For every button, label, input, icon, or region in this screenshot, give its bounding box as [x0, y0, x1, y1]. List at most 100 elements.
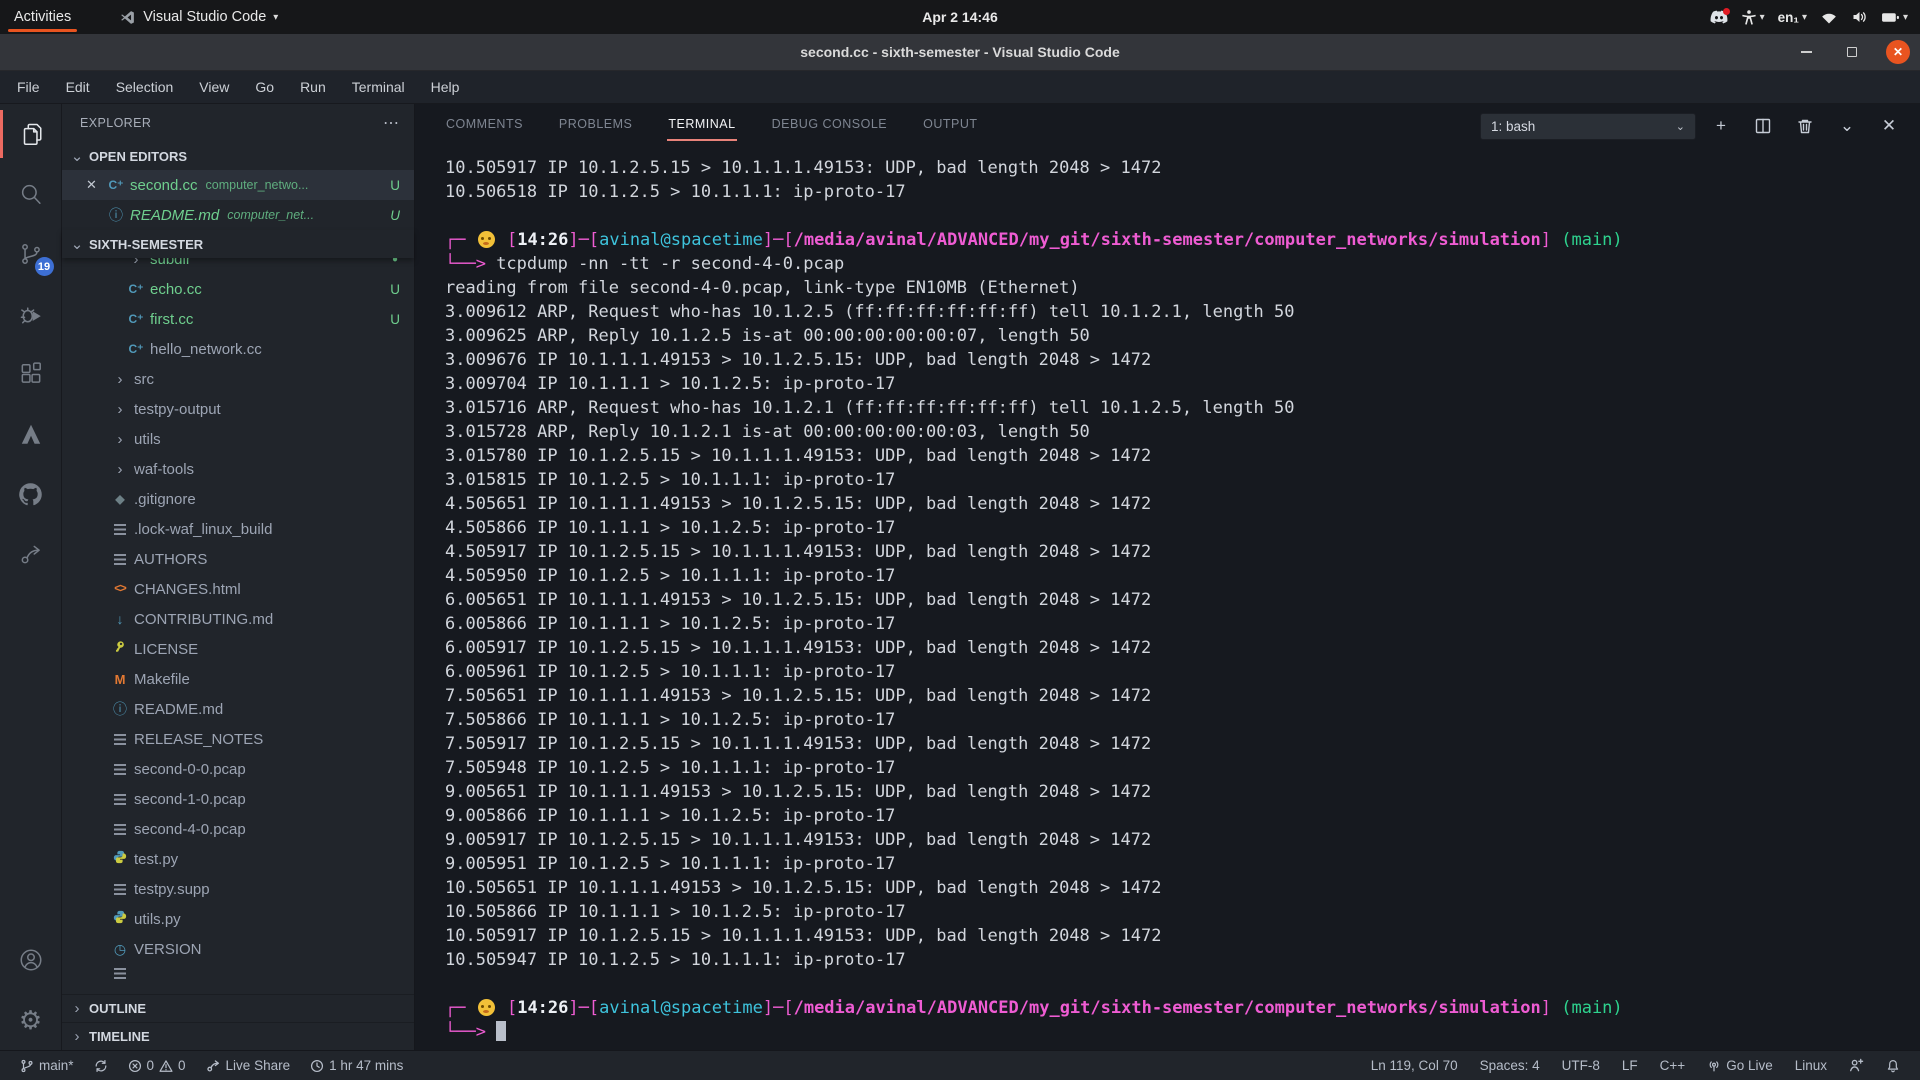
keyboard-layout-indicator[interactable]: en₁ ▾ [1778, 10, 1807, 25]
open-editor-README.md[interactable]: ⓘREADME.mdcomputer_net...U [62, 200, 414, 230]
notifications-bell[interactable] [1880, 1059, 1906, 1073]
extensions-activity-button[interactable] [0, 344, 62, 404]
minimize-button[interactable] [1794, 40, 1818, 64]
panel-tab-output[interactable]: OUTPUT [922, 111, 978, 141]
feedback-button[interactable] [1843, 1058, 1870, 1073]
activities-button[interactable]: Activities [0, 0, 85, 34]
folder-section-header[interactable]: ⌄ SIXTH-SEMESTER [62, 230, 414, 258]
search-activity-button[interactable] [0, 164, 62, 224]
tree-item-label: second-4-0.pcap [134, 821, 246, 838]
indentation-indicator[interactable]: Spaces: 4 [1474, 1058, 1546, 1073]
encoding-indicator-label: UTF-8 [1562, 1058, 1600, 1073]
tree-item-second-4-0.pcap[interactable]: second-4-0.pcap [62, 814, 414, 844]
timeline-section-header[interactable]: › TIMELINE [62, 1022, 414, 1050]
panel-tab-problems[interactable]: PROBLEMS [558, 111, 633, 141]
tree-item-.lock-waf_linux_build[interactable]: .lock-waf_linux_build [62, 514, 414, 544]
cursor-position[interactable]: Ln 119, Col 70 [1365, 1058, 1464, 1073]
tree-item-VERSION[interactable]: ◷VERSION [62, 934, 414, 964]
hide-panel-button[interactable]: ⌄ [1830, 111, 1864, 141]
tree-item-testpy.supp[interactable]: testpy.supp [62, 874, 414, 904]
menu-go[interactable]: Go [242, 71, 287, 103]
terminal-picker-dropdown[interactable]: 1: bash ⌄ [1480, 113, 1696, 140]
tree-item-.gitignore[interactable]: ◆.gitignore [62, 484, 414, 514]
split-icon [1755, 118, 1771, 134]
encoding-indicator[interactable]: UTF-8 [1556, 1058, 1606, 1073]
panel-tab-debug-console[interactable]: DEBUG CONSOLE [771, 111, 889, 141]
tree-item-echo.cc[interactable]: C⁺echo.ccU [62, 274, 414, 304]
tree-item-utils[interactable]: ›utils [62, 424, 414, 454]
restore-button[interactable] [1840, 40, 1864, 64]
tree-item-RELEASE_NOTES[interactable]: RELEASE_NOTES [62, 724, 414, 754]
outline-section-header[interactable]: › OUTLINE [62, 994, 414, 1022]
problems-indicator[interactable]: 00 [122, 1058, 192, 1073]
menu-run[interactable]: Run [287, 71, 339, 103]
tree-item-partial[interactable] [62, 964, 414, 982]
run-debug-activity-button[interactable] [0, 284, 62, 344]
tree-item-testpy-output[interactable]: ›testpy-output [62, 394, 414, 424]
eol-indicator[interactable]: LF [1616, 1058, 1644, 1073]
tree-item-utils.py[interactable]: utils.py [62, 904, 414, 934]
prompt-time: 14:26 [517, 998, 568, 1018]
tree-item-first.cc[interactable]: C⁺first.ccU [62, 304, 414, 334]
tree-item-CONTRIBUTING.md[interactable]: ↓CONTRIBUTING.md [62, 604, 414, 634]
tree-item-CHANGES.html[interactable]: <>CHANGES.html [62, 574, 414, 604]
atlassian-activity-button[interactable] [0, 404, 62, 464]
tree-item-LICENSE[interactable]: LICENSE [62, 634, 414, 664]
os-indicator[interactable]: Linux [1789, 1058, 1833, 1073]
settings-button[interactable]: ⚙ [0, 990, 62, 1050]
battery-icon[interactable]: ▾ [1881, 10, 1908, 25]
github-activity-button[interactable] [0, 464, 62, 524]
menu-help[interactable]: Help [418, 71, 473, 103]
terminal-line: 9.005917 IP 10.1.2.5.15 > 10.1.1.1.49153… [445, 828, 1920, 852]
tree-item-hello_network.cc[interactable]: C⁺hello_network.cc [62, 334, 414, 364]
tree-item-test.py[interactable]: test.py [62, 844, 414, 874]
terminal-output[interactable]: 10.505917 IP 10.1.2.5.15 > 10.1.1.1.4915… [415, 148, 1920, 1050]
tree-item-AUTHORS[interactable]: AUTHORS [62, 544, 414, 574]
terminal-line: 3.009612 ARP, Request who-has 10.1.2.5 (… [445, 300, 1920, 324]
new-terminal-button[interactable]: + [1704, 111, 1738, 141]
sync-button[interactable] [88, 1059, 114, 1073]
branch-indicator[interactable]: main* [14, 1058, 80, 1073]
chevron-down-icon: ⌄ [1676, 120, 1685, 133]
open-editors-header[interactable]: ⌄ OPEN EDITORS [62, 142, 414, 170]
prompt-cwd: /media/avinal/ADVANCED/my_git/sixth-seme… [794, 230, 1541, 250]
discord-tray-icon[interactable] [1710, 10, 1728, 25]
close-button[interactable]: ✕ [1886, 40, 1910, 64]
close-editor-icon[interactable]: ✕ [86, 177, 108, 193]
open-editor-second.cc[interactable]: ✕C⁺second.cccomputer_netwo...U [62, 170, 414, 200]
source-control-activity-button[interactable]: 19 [0, 224, 62, 284]
split-terminal-button[interactable] [1746, 111, 1780, 141]
menu-view[interactable]: View [186, 71, 242, 103]
accounts-button[interactable] [0, 930, 62, 990]
views-actions-icon[interactable]: ⋯ [383, 113, 400, 133]
go-live-button[interactable]: Go Live [1701, 1058, 1779, 1073]
kill-terminal-button[interactable] [1788, 111, 1822, 141]
language-mode[interactable]: C++ [1654, 1058, 1692, 1073]
chevron-down-icon: ▾ [1760, 12, 1765, 23]
tree-item-Makefile[interactable]: MMakefile [62, 664, 414, 694]
live-share-button[interactable]: Live Share [200, 1058, 297, 1073]
tree-item-second-0-0.pcap[interactable]: second-0-0.pcap [62, 754, 414, 784]
tree-item-README.md[interactable]: ⓘREADME.md [62, 694, 414, 724]
close-panel-button[interactable]: ✕ [1872, 111, 1906, 141]
menu-file[interactable]: File [4, 71, 53, 103]
tree-item-subdir[interactable]: ›subdir● [62, 258, 414, 274]
markdown-file-icon: ↓ [112, 611, 128, 627]
tree-item-second-1-0.pcap[interactable]: second-1-0.pcap [62, 784, 414, 814]
wifi-icon[interactable] [1820, 10, 1838, 25]
tree-item-waf-tools[interactable]: ›waf-tools [62, 454, 414, 484]
panel-tab-terminal[interactable]: TERMINAL [667, 111, 736, 141]
clock[interactable]: Apr 2 14:46 [922, 0, 997, 34]
focused-app-menu[interactable]: Visual Studio Code ▾ [111, 0, 286, 34]
coding-time-indicator[interactable]: 1 hr 47 mins [304, 1058, 409, 1073]
panel-tab-comments[interactable]: COMMENTS [445, 111, 524, 141]
file-icon-slot [110, 884, 130, 895]
live-share-activity-button[interactable] [0, 524, 62, 584]
tree-item-src[interactable]: ›src [62, 364, 414, 394]
menu-selection[interactable]: Selection [103, 71, 187, 103]
menu-terminal[interactable]: Terminal [339, 71, 418, 103]
volume-icon[interactable] [1851, 9, 1868, 25]
menu-edit[interactable]: Edit [53, 71, 103, 103]
accessibility-tray-icon[interactable]: ▾ [1741, 9, 1765, 26]
explorer-activity-button[interactable] [0, 104, 62, 164]
